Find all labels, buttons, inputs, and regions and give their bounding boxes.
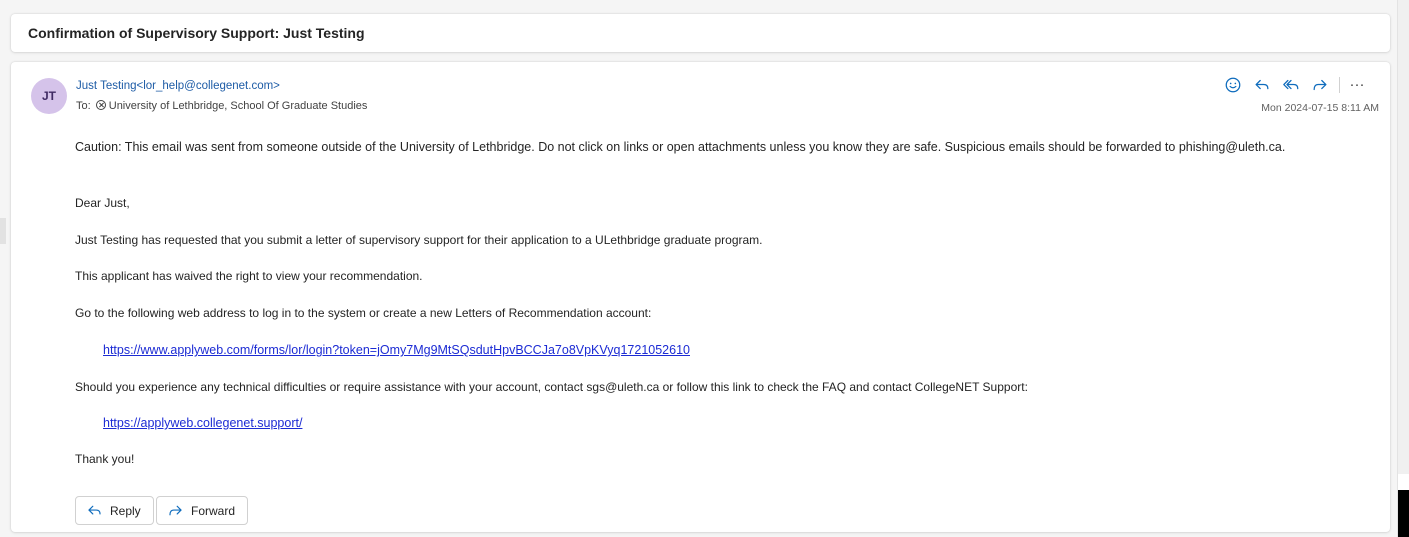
- emoji-reaction-button[interactable]: [1222, 74, 1244, 96]
- message-actions: ···: [1215, 74, 1368, 96]
- sender-avatar[interactable]: JT: [31, 78, 67, 114]
- caution-banner-text: Caution: This email was sent from someon…: [75, 140, 1286, 154]
- forward-arrow-icon: [1313, 79, 1327, 91]
- forward-arrow-icon: [169, 505, 182, 516]
- scrollbar-corner: [1398, 490, 1409, 537]
- greeting: Dear Just,: [75, 196, 130, 210]
- closing-text: Thank you!: [75, 452, 135, 466]
- to-label: To:: [76, 100, 91, 112]
- reply-button-label: Reply: [110, 503, 141, 518]
- message-date: Mon 2024-07-15 8:11 AM: [1261, 102, 1379, 114]
- body-paragraph-4: Should you experience any technical diff…: [75, 380, 1028, 394]
- email-subject: Confirmation of Supervisory Support: Jus…: [28, 25, 365, 41]
- reply-arrow-icon: [88, 505, 101, 515]
- more-actions-button[interactable]: ···: [1346, 74, 1368, 96]
- vertical-scrollbar[interactable]: [1397, 0, 1409, 537]
- recipient-name[interactable]: University of Lethbridge, School Of Grad…: [109, 100, 368, 112]
- reply-all-icon-button[interactable]: [1280, 74, 1302, 96]
- login-link[interactable]: https://www.applyweb.com/forms/lor/login…: [103, 343, 690, 357]
- x-circle-icon: [95, 100, 106, 110]
- body-paragraph-1: Just Testing has requested that you subm…: [75, 233, 763, 247]
- forward-button-label: Forward: [191, 503, 236, 518]
- body-paragraph-2: This applicant has waived the right to v…: [75, 269, 423, 283]
- reply-icon-button[interactable]: [1251, 74, 1273, 96]
- subject-bar: Confirmation of Supervisory Support: Jus…: [11, 14, 1390, 52]
- body-paragraph-3: Go to the following web address to log i…: [75, 306, 652, 320]
- smiley-icon: [1225, 77, 1241, 93]
- sender-name[interactable]: Just Testing<lor_help@collegenet.com>: [76, 80, 280, 92]
- email-reading-view: Confirmation of Supervisory Support: Jus…: [0, 0, 1409, 537]
- reply-button[interactable]: Reply: [75, 496, 154, 525]
- recipient-line: To: University of Lethbridge, School Of …: [76, 100, 367, 112]
- reply-arrow-icon: [1255, 79, 1269, 90]
- forward-icon-button[interactable]: [1309, 74, 1331, 96]
- left-edge-marker: [0, 218, 6, 244]
- support-link[interactable]: https://applyweb.collegenet.support/: [103, 416, 302, 430]
- message-card: JT Just Testing<lor_help@collegenet.com>…: [11, 62, 1390, 532]
- reply-all-arrow-icon: [1283, 79, 1299, 90]
- forward-button[interactable]: Forward: [156, 496, 249, 525]
- actions-divider: [1339, 77, 1340, 93]
